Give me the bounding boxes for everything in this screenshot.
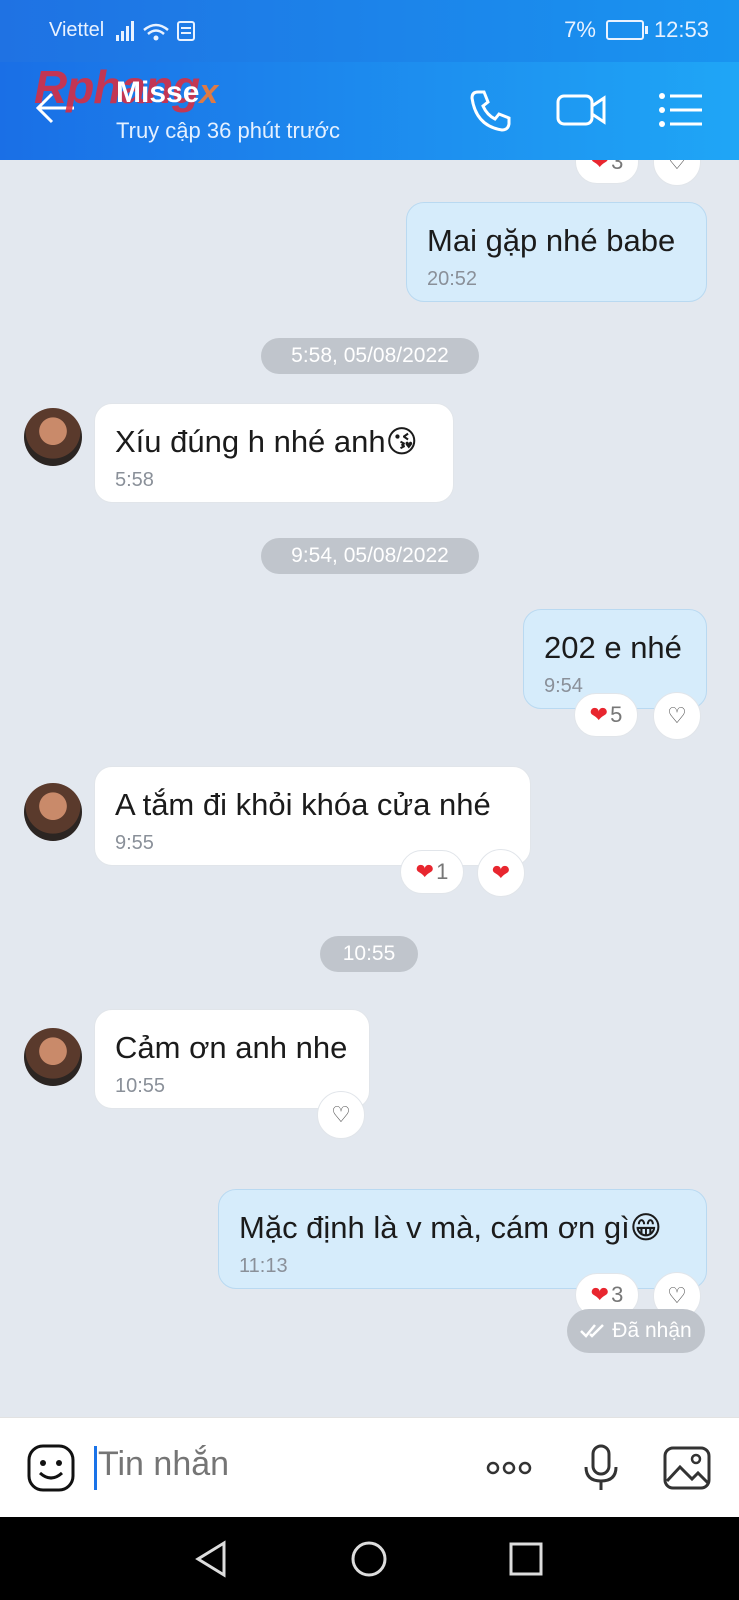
date-separator: 5:58, 05/08/2022 [261, 338, 479, 374]
heart-icon: ❤ [415, 859, 435, 884]
message-input-bar [0, 1417, 739, 1518]
phone-call-icon[interactable] [464, 84, 516, 136]
message-time: 9:55 [115, 832, 154, 854]
nav-back-icon[interactable] [192, 1539, 232, 1579]
last-seen-status: Truy cập 36 phút trước [116, 118, 340, 143]
message-text: 202 e nhé [544, 630, 682, 665]
heart-icon: ❤ [590, 1282, 610, 1307]
message-input[interactable] [96, 1444, 460, 1485]
avatar[interactable] [24, 408, 82, 466]
reaction-count[interactable]: ❤ 3 [575, 160, 639, 184]
date-separator: 10:55 [320, 936, 418, 972]
incoming-message[interactable]: Xíu đúng h nhé anh😘 5:58 [94, 403, 454, 503]
message-text: Cảm ơn anh nhe [115, 1030, 348, 1065]
menu-list-icon[interactable] [656, 84, 708, 136]
heart-icon: ❤ [491, 860, 511, 885]
message-text: Xíu đúng h nhé anh😘 [115, 424, 418, 459]
message-time: 10:55 [115, 1075, 166, 1097]
carrier-name: Viettel [49, 19, 105, 41]
video-call-icon[interactable] [556, 84, 608, 136]
outgoing-message[interactable]: Mặc định là v mà, cám ơn gì😁 11:13 [218, 1189, 707, 1289]
heart-outline-icon: ♡ [331, 1102, 351, 1127]
react-button[interactable]: ♡ [317, 1091, 365, 1139]
react-button[interactable]: ♡ [653, 160, 701, 186]
nav-home-icon[interactable] [349, 1539, 389, 1579]
react-button[interactable]: ♡ [653, 692, 701, 740]
reaction-count[interactable]: ❤ 1 [400, 850, 464, 894]
message-text: A tắm đi khỏi khóa cửa nhé [115, 787, 491, 822]
battery-percent: 7% [564, 17, 596, 42]
incoming-message[interactable]: A tắm đi khỏi khóa cửa nhé 9:55 [94, 766, 531, 866]
react-button[interactable]: ❤ [477, 849, 525, 897]
message-time: 20:52 [427, 268, 478, 290]
message-text: Mai gặp nhé babe [427, 223, 676, 258]
contact-name[interactable]: Misse [116, 76, 199, 110]
message-text: Mặc định là v mà, cám ơn gì😁 [239, 1210, 663, 1245]
reaction-count[interactable]: ❤ 5 [574, 693, 638, 737]
message-time: 9:54 [544, 675, 583, 697]
heart-outline-icon: ♡ [667, 160, 687, 174]
more-options-icon[interactable] [484, 1443, 534, 1493]
message-time: 11:13 [239, 1255, 288, 1277]
microphone-icon[interactable] [576, 1443, 626, 1493]
clock: 12:53 [653, 17, 709, 42]
image-gallery-icon[interactable] [662, 1443, 712, 1493]
heart-icon: ❤ [590, 160, 610, 174]
date-separator: 9:54, 05/08/2022 [261, 538, 479, 574]
avatar[interactable] [24, 783, 82, 841]
heart-outline-icon: ♡ [667, 1283, 687, 1308]
double-check-icon [580, 1324, 605, 1338]
delivery-status: Đã nhận [567, 1309, 705, 1353]
heart-outline-icon: ♡ [667, 703, 687, 728]
nav-recents-icon[interactable] [506, 1539, 546, 1579]
outgoing-message[interactable]: Mai gặp nhé babe 20:52 [406, 202, 707, 302]
chat-header: Rphangx Misse Truy cập 36 phút trước [0, 61, 739, 160]
system-navigation-bar [0, 1517, 739, 1600]
message-time: 5:58 [115, 469, 154, 491]
message-list[interactable]: ❤ 3 ♡ Mai gặp nhé babe 20:52 5:58, 05/08/… [0, 160, 739, 1417]
battery-icon [605, 20, 648, 40]
avatar[interactable] [24, 1028, 82, 1086]
heart-icon: ❤ [589, 702, 609, 727]
signal-icon [116, 21, 195, 41]
emoji-sticker-icon[interactable] [26, 1443, 76, 1493]
status-bar: Viettel 7% 12:53 [0, 0, 739, 62]
